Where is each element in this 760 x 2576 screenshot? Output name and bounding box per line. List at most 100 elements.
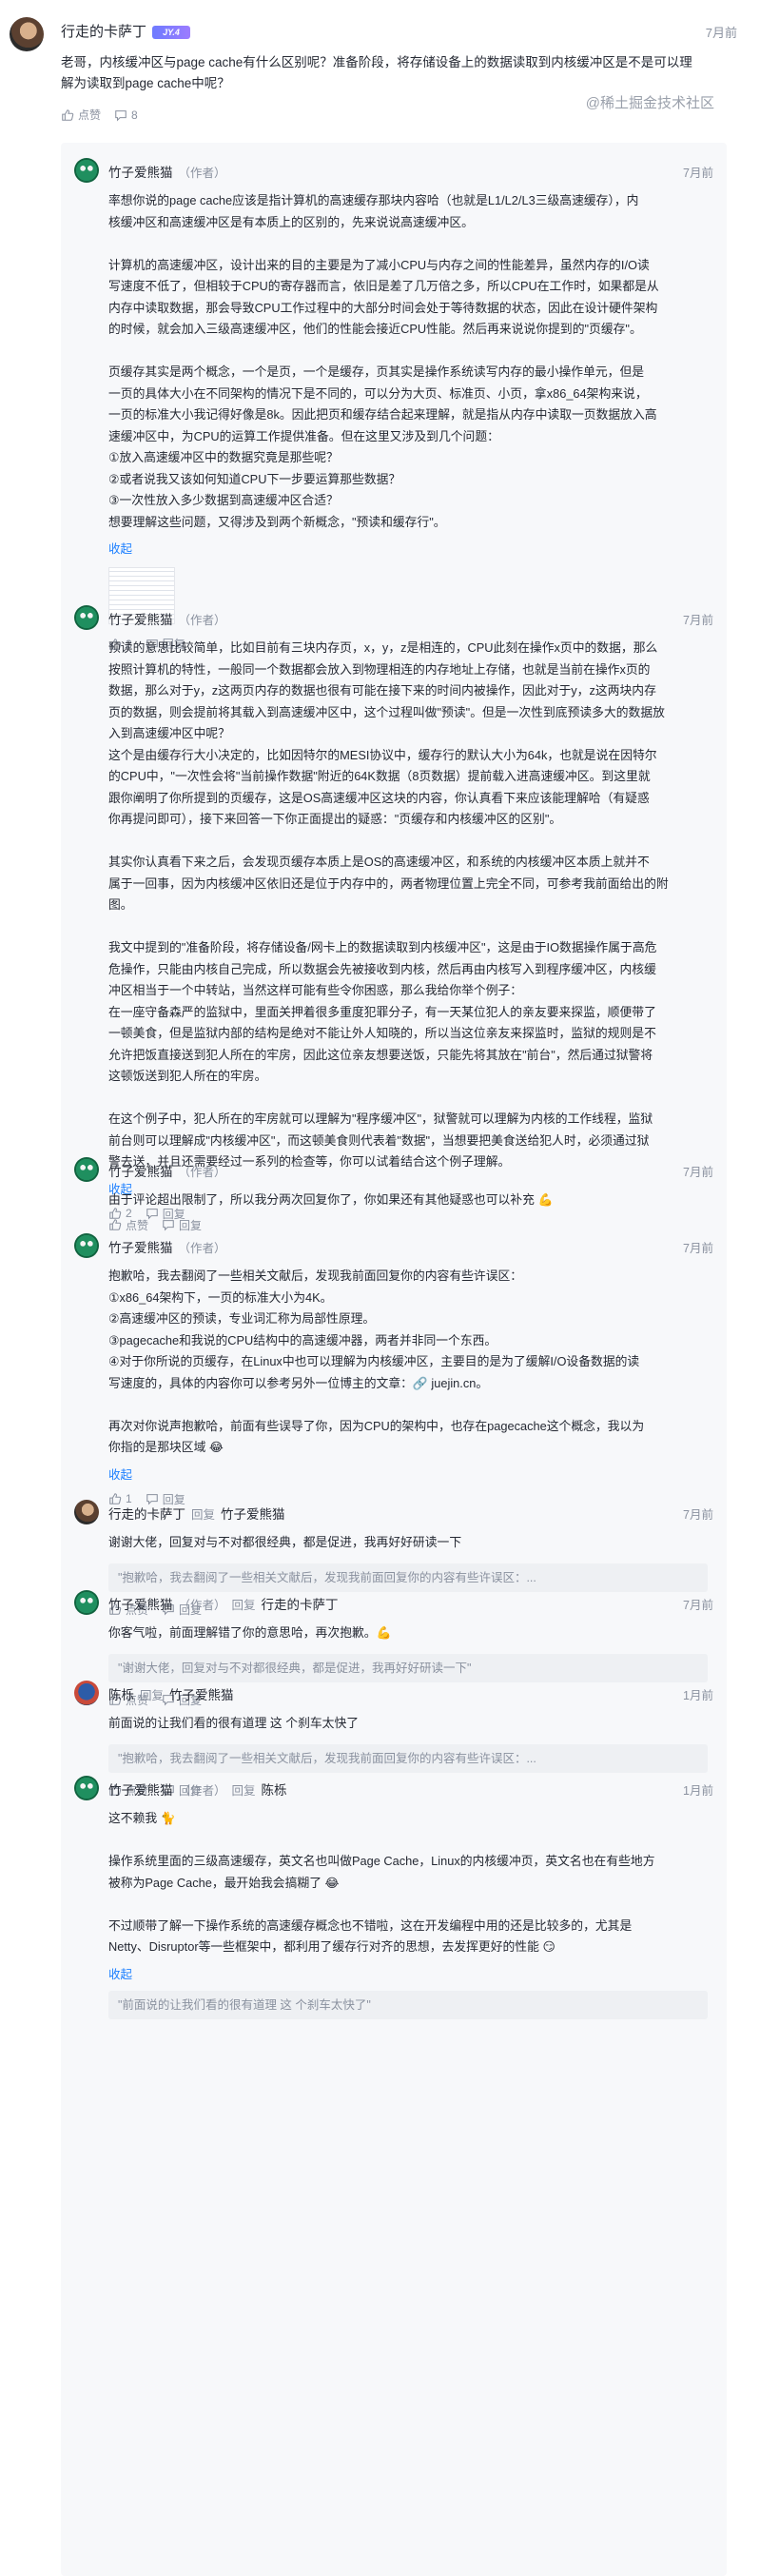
text-line: 危操作，只能由内核自己完成，所以数据会先被接收到内核，然后再由内核写入到程序缓冲… bbox=[108, 961, 656, 976]
reply-list: 竹子爱熊猫 （作者） 7月前 率想你说的page cache应该是指计算机的高速缓存那… bbox=[61, 143, 727, 2576]
comment-author[interactable]: 行走的卡萨丁 JY.4 bbox=[61, 21, 191, 41]
text-line: 属于一回事，因为内核缓冲区依旧还是位于内存中的，两者物理位置上完全不同，可参考我… bbox=[108, 875, 669, 891]
text-line: 写速度的，具体的内容你可以参考另外一位博主的文章：🔗 juejin.cn。 bbox=[108, 1375, 489, 1390]
author-tag: （作者） bbox=[178, 166, 226, 180]
author-name[interactable]: 竹子爱熊猫 bbox=[108, 1780, 173, 1799]
like-button[interactable]: 点赞 bbox=[108, 1217, 148, 1233]
reply-time: 7月前 bbox=[683, 1166, 713, 1179]
reply-target-name[interactable]: 竹子爱熊猫 bbox=[221, 1504, 285, 1523]
reply-target-name[interactable]: 竹子爱熊猫 bbox=[169, 1684, 234, 1703]
avatar[interactable] bbox=[74, 1681, 99, 1705]
reply-time: 1月前 bbox=[683, 1784, 713, 1798]
text-line: 的时候，就会加入三级高速缓冲区，他们的性能会接近CPU性能。然后再来说说你提到的… bbox=[108, 322, 642, 336]
quoted-comment: "谢谢大佬，回复对与不对都很经典，都是促进，我再好好研读一下" bbox=[108, 1653, 708, 1682]
text-line: 在一座守备森严的监狱中，里面关押着很多重度犯罪分子，有一天某位犯人的亲友要来探监… bbox=[108, 1004, 656, 1019]
reply-header: 竹子爱熊猫 （作者） 回复 陈栎 bbox=[108, 1780, 287, 1799]
reply-count-button[interactable]: 8 bbox=[114, 108, 138, 122]
text-line: ①x86_64架构下，一页的标准大小为4K。 bbox=[108, 1289, 333, 1305]
comment-time: 7月前 bbox=[705, 26, 737, 40]
avatar[interactable] bbox=[74, 158, 99, 183]
collapse-link[interactable]: 收起 bbox=[108, 1964, 132, 1982]
reply-text: 抱歉哈，我去翻阅了一些相关文献后，发现我前面回复你的内容有些许误区： ①x86_6… bbox=[108, 1266, 708, 1459]
quoted-comment: "抱歉哈，我去翻阅了一些相关文献后，发现我前面回复你的内容有些许误区：... bbox=[108, 1563, 708, 1592]
quoted-comment: "前面说的让我们看的很有道理 这 个刹车太快了" bbox=[108, 1990, 708, 2019]
like-button[interactable]: 点赞 bbox=[61, 107, 101, 123]
text-line: 解为读取到page cache中呢？ bbox=[61, 76, 230, 90]
author-name[interactable]: 竹子爱熊猫 bbox=[108, 162, 173, 181]
text-line: 一顿美食，但是监狱内部的结构是绝对不能让外人知晓的，所以当这位亲友来探监时，监狱… bbox=[108, 1026, 656, 1040]
text-line: 数据，那么对于y，z这两页内存的数据也很有可能在接下来的时间内被操作，因此对于y… bbox=[108, 683, 656, 698]
text-line: ②高速缓冲区的预读，专业词汇称为局部性原理。 bbox=[108, 1311, 376, 1326]
author-name[interactable]: 陈栎 bbox=[108, 1684, 134, 1703]
author-tag: （作者） bbox=[178, 1783, 226, 1798]
comment-actions: 点赞 8 bbox=[61, 107, 138, 123]
reply-button[interactable]: 回复 bbox=[162, 1217, 202, 1233]
text-line: 冲区相当于一个中转站，当然这样可能有些令你困惑，那么我给你举个例子： bbox=[108, 983, 523, 997]
comment-text: 老哥，内核缓冲区与page cache有什么区别呢？准备阶段，将存储设备上的数据… bbox=[61, 52, 727, 94]
text-line: ③pagecache和我说的CPU结构中的高速缓冲器，两者并非同一个东西。 bbox=[108, 1332, 497, 1347]
text-line: 图。 bbox=[108, 897, 133, 912]
avatar[interactable] bbox=[74, 605, 99, 630]
collapse-link[interactable]: 收起 bbox=[108, 1465, 132, 1483]
text-line: 一页的标准大小我记得好像是8k。因此把页和缓存结合起来理解，就是指从内存中读取一… bbox=[108, 407, 657, 422]
text-line: 预读的意思比较简单，比如目前有三块内存页，x，y，z是相连的，CPU此刻在操作x… bbox=[108, 640, 658, 655]
text-line: 在这个例子中，犯人所在的牢房就可以理解为"程序缓冲区"，狱警就可以理解为内核的工… bbox=[108, 1111, 653, 1126]
text-line: 内存中读取数据，那会导致CPU工作过程中的大部分时间会处于等待数据的状态，因此在… bbox=[108, 300, 658, 315]
text-line: ①放入高速缓冲区中的数据究竟是那些呢？ bbox=[108, 450, 339, 464]
text-line: 允许把饭直接送到犯人所在的牢房，因此这位亲友想要送饭，只能先将其放在"前台"，然… bbox=[108, 1047, 653, 1062]
text-line: ②或者说我又该如何知道CPU下一步要运算那些数据？ bbox=[108, 471, 401, 486]
reply-to-word: 回复 bbox=[191, 1507, 216, 1522]
avatar[interactable] bbox=[10, 17, 44, 51]
text-line: ④对于你所说的页缓存，在Linux中也可以理解为内核缓冲区，主要目的是为了缓解I… bbox=[108, 1354, 640, 1368]
reply-time: 1月前 bbox=[683, 1689, 713, 1702]
like-label: 点赞 bbox=[78, 108, 102, 122]
reply-target-name[interactable]: 行走的卡萨丁 bbox=[262, 1594, 339, 1613]
text-line: 想要理解这些问题，又得涉及到两个新概念，"预读和缓存行"。 bbox=[108, 514, 446, 529]
author-tag: （作者） bbox=[178, 613, 226, 627]
author-name[interactable]: 竹子爱熊猫 bbox=[108, 1594, 173, 1613]
avatar[interactable] bbox=[74, 1157, 99, 1182]
text-line: 你客气啦，前面理解错了你的意思哈，再次抱歉。💪 bbox=[108, 1625, 392, 1640]
text-line: 这不赖我 🐈 bbox=[108, 1811, 176, 1825]
reply-text: 率想你说的page cache应该是指计算机的高速缓存那块内容哈（也就是L1/L… bbox=[108, 190, 708, 533]
author-name[interactable]: 竹子爱熊猫 bbox=[108, 609, 173, 628]
text-line: 由于评论超出限制了，所以我分两次回复你了，你如果还有其他疑惑也可以补充 💪 bbox=[108, 1192, 554, 1207]
avatar[interactable] bbox=[74, 1500, 99, 1524]
reply-text: 前面说的让我们看的很有道理 这 个刹车太快了 bbox=[108, 1713, 708, 1735]
text-line: 一页的具体大小在不同架构的情况下是不同的，可以分为大页、标准页、小页，拿x86_… bbox=[108, 385, 648, 401]
reply-header: 行走的卡萨丁 回复 竹子爱熊猫 bbox=[108, 1504, 285, 1523]
text-line: 核缓冲区和高速缓冲区是有本质上的区别的，先来说说高速缓冲区。 bbox=[108, 214, 474, 229]
reply-count: 8 bbox=[131, 108, 138, 122]
author-name[interactable]: 行走的卡萨丁 bbox=[108, 1504, 185, 1523]
reply-to-word: 回复 bbox=[231, 1598, 256, 1612]
text-line: 这个是由缓存行大小决定的，比如因特尔的MESI协议中，缓存行的默认大小为64k，… bbox=[108, 747, 657, 762]
text-line: 速缓冲区中，为CPU的运算工作提供准备。但在这里又涉及到几个问题： bbox=[108, 428, 499, 443]
text-line: 率想你说的page cache应该是指计算机的高速缓存那块内容哈（也就是L1/L… bbox=[108, 193, 639, 207]
reply-header: 竹子爱熊猫 （作者） bbox=[108, 162, 226, 181]
text-line: 抱歉哈，我去翻阅了一些相关文献后，发现我前面回复你的内容有些许误区： bbox=[108, 1268, 523, 1283]
author-name[interactable]: 竹子爱熊猫 bbox=[108, 1237, 173, 1256]
text-line: 老哥，内核缓冲区与page cache有什么区别呢？准备阶段，将存储设备上的数据… bbox=[61, 55, 692, 69]
thumbs-up-icon bbox=[109, 1219, 122, 1230]
text-line: 被称为Page Cache，最开始我会搞糊了 😂 bbox=[108, 1875, 340, 1890]
author-name[interactable]: 竹子爱熊猫 bbox=[108, 1161, 173, 1180]
collapse-link[interactable]: 收起 bbox=[108, 539, 132, 557]
text-line: 谢谢大佬，回复对与不对都很经典，都是促进，我再好好研读一下 bbox=[108, 1535, 462, 1549]
avatar[interactable] bbox=[74, 1233, 99, 1258]
reply-header: 竹子爱熊猫 （作者） bbox=[108, 1161, 226, 1180]
text-line: ③一次性放入多少数据到高速缓冲区合适？ bbox=[108, 493, 339, 507]
reply-text: 这不赖我 🐈 操作系统里面的三级高速缓存，英文名也叫做Page Cache，Lin… bbox=[108, 1808, 708, 1958]
avatar[interactable] bbox=[74, 1590, 99, 1615]
comment-icon bbox=[115, 109, 127, 122]
reply-text: 你客气啦，前面理解错了你的意思哈，再次抱歉。💪 bbox=[108, 1622, 708, 1644]
author-name[interactable]: 行走的卡萨丁 bbox=[61, 24, 146, 40]
avatar[interactable] bbox=[74, 1776, 99, 1800]
reply-target-name[interactable]: 陈栎 bbox=[262, 1780, 287, 1799]
text-line: 跟你阐明了你所提到的页缓存，这是OS高速缓冲区这块的内容，你认真看下来应该能理解… bbox=[108, 790, 650, 805]
